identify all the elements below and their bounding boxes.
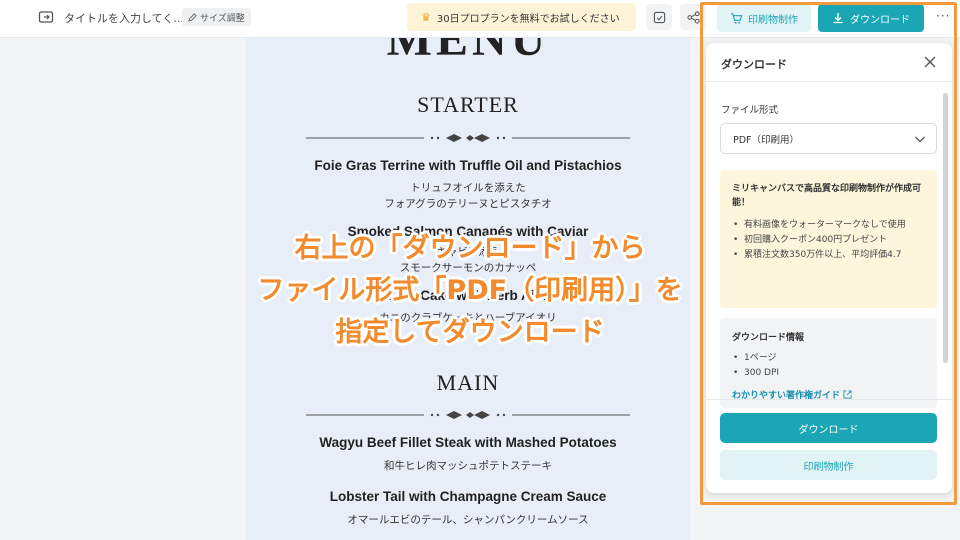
caption-line: 右上の「ダウンロード」から <box>294 233 646 264</box>
folder-move-icon[interactable] <box>38 9 54 25</box>
tutorial-caption: 右上の「ダウンロード」から ファイル形式「PDF（印刷用）」を 指定してダウンロ… <box>190 228 750 354</box>
menu-item-desc: オマールエビのテール、シャンパンクリームソース <box>347 514 589 526</box>
promo-text: 30日プロプランを無料でお試しください <box>436 13 620 25</box>
save-icon <box>653 11 665 23</box>
menu-item-desc: フォアグラのテリーヌとピスタチオ <box>384 198 552 210</box>
caption-line: 指定してダウンロード <box>335 317 605 348</box>
resize-button[interactable]: サイズ調整 <box>182 8 251 26</box>
document-title[interactable]: タイトルを入力してく... <box>64 10 184 26</box>
menu-item-desc: トリュフオイルを添えた <box>410 182 526 194</box>
menu-item-name: Foie Gras Terrine with Truffle Oil and P… <box>314 158 622 173</box>
ornament-divider <box>306 134 630 142</box>
main-heading: MAIN <box>436 370 500 395</box>
starter-heading: STARTER <box>417 92 519 117</box>
menu-item-name: Wagyu Beef Fillet Steak with Mashed Pota… <box>319 435 617 450</box>
pro-plan-trial-banner[interactable]: ♛ 30日プロプランを無料でお試しください <box>407 3 636 31</box>
pencil-icon <box>188 12 197 22</box>
caption-line: ファイル形式「PDF（印刷用）」を <box>257 275 683 306</box>
save-button[interactable] <box>646 4 672 30</box>
menu-item-desc: 和牛ヒレ肉マッシュポテトステーキ <box>384 460 552 472</box>
menu-title: MENU <box>386 38 550 66</box>
highlight-frame <box>700 2 957 505</box>
menu-item-name: Lobster Tail with Champagne Cream Sauce <box>329 489 607 504</box>
crown-icon: ♛ <box>421 10 431 24</box>
resize-button-label: サイズ調整 <box>200 13 245 24</box>
ornament-divider <box>306 411 630 419</box>
share-icon <box>686 10 700 24</box>
